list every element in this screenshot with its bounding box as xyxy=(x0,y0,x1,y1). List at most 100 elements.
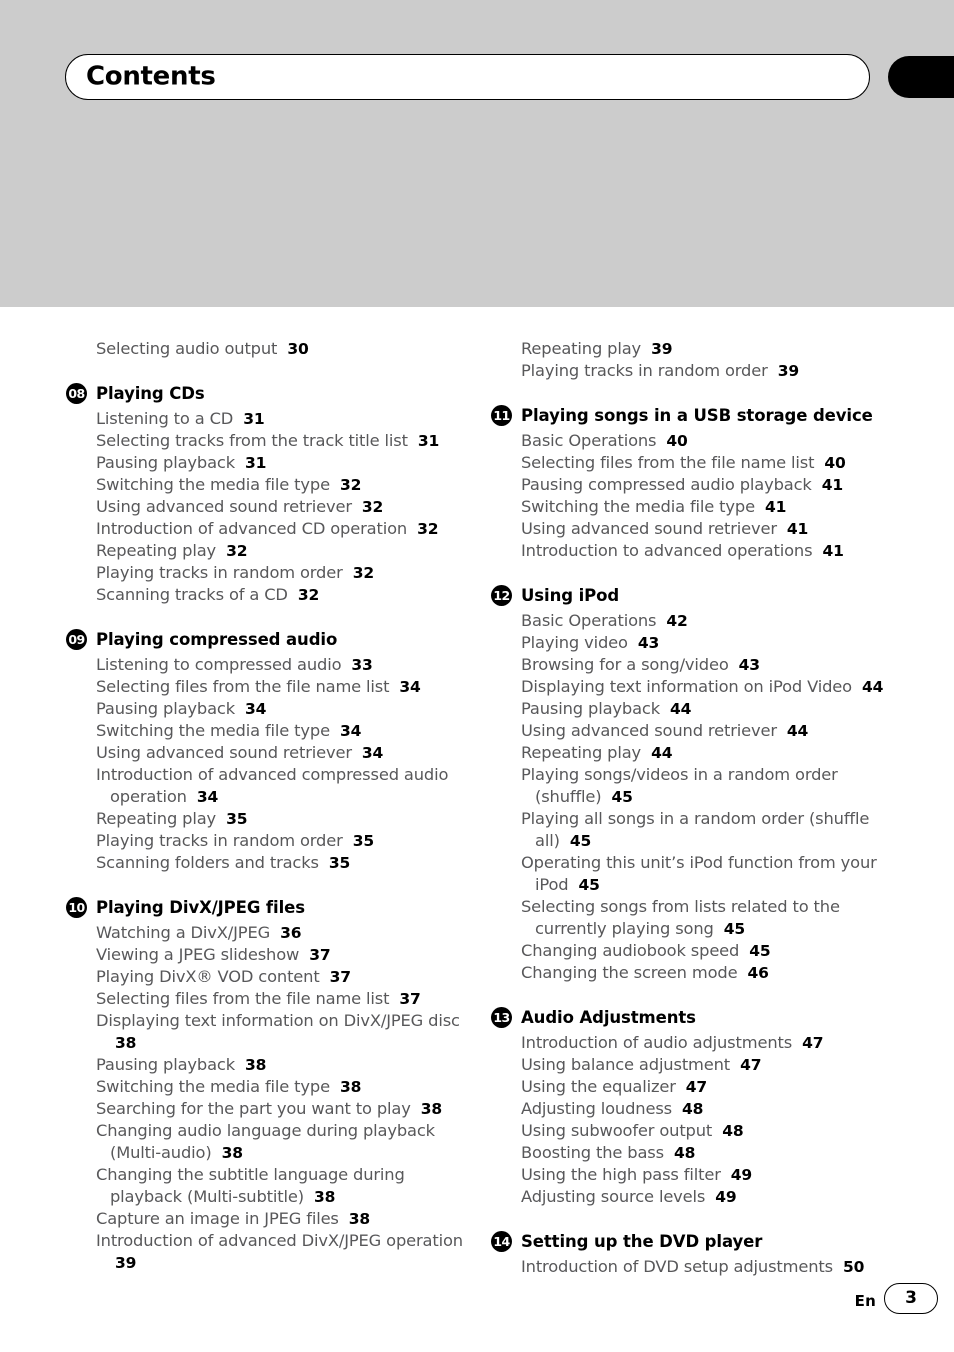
toc-entry[interactable]: Basic Operations 40 xyxy=(521,430,891,452)
toc-entry[interactable]: Pausing playback 34 xyxy=(96,698,466,720)
toc-entry[interactable]: Searching for the part you want to play … xyxy=(96,1098,466,1120)
toc-entry[interactable]: Repeating play 32 xyxy=(96,540,466,562)
toc-entry[interactable]: Introduction to advanced operations 41 xyxy=(521,540,891,562)
toc-entry[interactable]: Scanning tracks of a CD 32 xyxy=(96,584,466,606)
toc-entry[interactable]: Boosting the bass 48 xyxy=(521,1142,891,1164)
toc-entry-label: Pausing playback xyxy=(521,699,660,718)
toc-entry[interactable]: Switching the media file type 38 xyxy=(96,1076,466,1098)
toc-entry[interactable]: Using advanced sound retriever 44 xyxy=(521,720,891,742)
toc-entry[interactable]: Using the high pass filter 49 xyxy=(521,1164,891,1186)
header-background-band xyxy=(0,0,954,307)
toc-entry-label: Switching the media file type xyxy=(96,721,330,740)
toc-entry[interactable]: Switching the media file type 41 xyxy=(521,496,891,518)
toc-entry-page: 34 xyxy=(361,744,384,762)
toc-entry[interactable]: Using advanced sound retriever 32 xyxy=(96,496,466,518)
toc-entry-page: 38 xyxy=(348,1210,371,1228)
toc-entry[interactable]: Basic Operations 42 xyxy=(521,610,891,632)
toc-entry[interactable]: Selecting songs from lists related to th… xyxy=(521,896,891,940)
toc-entry-label: Browsing for a song/video xyxy=(521,655,729,674)
toc-entry-page: 44 xyxy=(670,700,692,718)
toc-entry[interactable]: Selecting files from the file name list … xyxy=(521,452,891,474)
toc-entry[interactable]: Using subwoofer output 48 xyxy=(521,1120,891,1142)
toc-entry-page: 38 xyxy=(420,1100,443,1118)
toc-entry-page: 34 xyxy=(196,788,219,806)
toc-entry[interactable]: Browsing for a song/video 43 xyxy=(521,654,891,676)
toc-entry[interactable]: Adjusting loudness 48 xyxy=(521,1098,891,1120)
toc-chapter-header[interactable]: 08 Playing CDs xyxy=(66,382,466,406)
toc-entry-label: Scanning folders and tracks xyxy=(96,853,319,872)
toc-entry[interactable]: Listening to a CD 31 xyxy=(96,408,466,430)
toc-entry[interactable]: Playing all songs in a random order (shu… xyxy=(521,808,891,852)
toc-chapter-title: Playing CDs xyxy=(96,384,205,403)
toc-entry[interactable]: Selecting files from the file name list … xyxy=(96,676,466,698)
toc-chapter: 12 Using iPod Basic Operations 42 Playing v… xyxy=(491,584,891,984)
toc-entry[interactable]: Playing tracks in random order 39 xyxy=(521,360,891,382)
toc-entry[interactable]: Capture an image in JPEG files 38 xyxy=(96,1208,466,1230)
toc-entry[interactable]: Playing tracks in random order 35 xyxy=(96,830,466,852)
toc-entry[interactable]: Introduction of advanced compressed audi… xyxy=(96,764,466,808)
toc-chapter-header[interactable]: 14 Setting up the DVD player xyxy=(491,1230,891,1254)
chapter-number-badge: 09 xyxy=(66,629,87,650)
toc-entry[interactable]: Listening to compressed audio 33 xyxy=(96,654,466,676)
toc-entry-page: 42 xyxy=(666,612,688,630)
toc-entry[interactable]: Introduction of advanced CD operation 32 xyxy=(96,518,466,540)
language-code: En xyxy=(854,1292,876,1310)
toc-entry-page: 32 xyxy=(226,542,248,560)
toc-entry[interactable]: Selecting tracks from the track title li… xyxy=(96,430,466,452)
toc-entry[interactable]: Switching the media file type 34 xyxy=(96,720,466,742)
toc-entry[interactable]: Repeating play 44 xyxy=(521,742,891,764)
toc-entry[interactable]: Using advanced sound retriever 41 xyxy=(521,518,891,540)
toc-entry-page: 36 xyxy=(280,924,302,942)
toc-entry[interactable]: Using balance adjustment 47 xyxy=(521,1054,891,1076)
toc-entry[interactable]: Displaying text information on iPod Vide… xyxy=(521,676,891,698)
toc-entry[interactable]: Changing the screen mode 46 xyxy=(521,962,891,984)
toc-entry-label: Introduction of advanced DivX/JPEG opera… xyxy=(96,1231,463,1250)
toc-entry[interactable]: Playing songs/videos in a random order (… xyxy=(521,764,891,808)
toc-entry[interactable]: Introduction of advanced DivX/JPEG opera… xyxy=(96,1230,466,1274)
toc-entry-label: Listening to a CD xyxy=(96,409,234,428)
toc-entry[interactable]: Repeating play 35 xyxy=(96,808,466,830)
toc-entry[interactable]: Changing audiobook speed 45 xyxy=(521,940,891,962)
toc-entry-label: Selecting files from the file name list xyxy=(521,453,815,472)
toc-entry-page: 31 xyxy=(245,454,267,472)
toc-entry[interactable]: Using advanced sound retriever 34 xyxy=(96,742,466,764)
toc-entry[interactable]: Playing DivX® VOD content 37 xyxy=(96,966,466,988)
toc-entry[interactable]: Pausing playback 38 xyxy=(96,1054,466,1076)
toc-entry[interactable]: Pausing playback 44 xyxy=(521,698,891,720)
toc-entry[interactable]: Pausing playback 31 xyxy=(96,452,466,474)
toc-entry[interactable]: Scanning folders and tracks 35 xyxy=(96,852,466,874)
toc-chapter-header[interactable]: 10 Playing DivX/JPEG files xyxy=(66,896,466,920)
page-number-badge: 3 xyxy=(884,1283,938,1314)
toc-entry[interactable]: Introduction of audio adjustments 47 xyxy=(521,1032,891,1054)
toc-entry[interactable]: Pausing compressed audio playback 41 xyxy=(521,474,891,496)
toc-entry[interactable]: Adjusting source levels 49 xyxy=(521,1186,891,1208)
toc-chapter-header[interactable]: 11 Playing songs in a USB storage device xyxy=(491,404,891,428)
toc-entry[interactable]: Changing the subtitle language during pl… xyxy=(96,1164,466,1208)
toc-entry-page: 40 xyxy=(666,432,688,450)
toc-chapter-title: Playing DivX/JPEG files xyxy=(96,898,305,917)
toc-entry[interactable]: Using the equalizer 47 xyxy=(521,1076,891,1098)
toc-entry-page: 32 xyxy=(340,476,362,494)
toc-entry[interactable]: Playing video 43 xyxy=(521,632,891,654)
toc-entry[interactable]: Playing tracks in random order 32 xyxy=(96,562,466,584)
toc-entry[interactable]: Repeating play 39 xyxy=(521,338,891,360)
toc-entry[interactable]: Selecting files from the file name list … xyxy=(96,988,466,1010)
toc-entry[interactable]: Displaying text information on DivX/JPEG… xyxy=(96,1010,466,1054)
toc-chapter-header[interactable]: 12 Using iPod xyxy=(491,584,891,608)
toc-entry[interactable]: Introduction of DVD setup adjustments 50 xyxy=(521,1256,891,1278)
toc-entry-label: Pausing playback xyxy=(96,453,235,472)
toc-entry-label: Searching for the part you want to play xyxy=(96,1099,411,1118)
toc-entry[interactable]: Changing audio language during playback … xyxy=(96,1120,466,1164)
toc-entry[interactable]: Operating this unit’s iPod function from… xyxy=(521,852,891,896)
toc-chapter-header[interactable]: 09 Playing compressed audio xyxy=(66,628,466,652)
toc-entry-page: 45 xyxy=(611,788,633,806)
toc-entry[interactable]: Watching a DivX/JPEG 36 xyxy=(96,922,466,944)
toc-entry-page: 38 xyxy=(245,1056,267,1074)
toc-entry[interactable]: Switching the media file type 32 xyxy=(96,474,466,496)
toc-chapter-header[interactable]: 13 Audio Adjustments xyxy=(491,1006,891,1030)
toc-entry[interactable]: Viewing a JPEG slideshow 37 xyxy=(96,944,466,966)
toc-entry-page: 43 xyxy=(637,634,660,652)
chapter-number-badge: 12 xyxy=(491,585,512,606)
toc-entry[interactable]: Selecting audio output 30 xyxy=(96,338,466,360)
toc-entry-label: Using the high pass filter xyxy=(521,1165,721,1184)
